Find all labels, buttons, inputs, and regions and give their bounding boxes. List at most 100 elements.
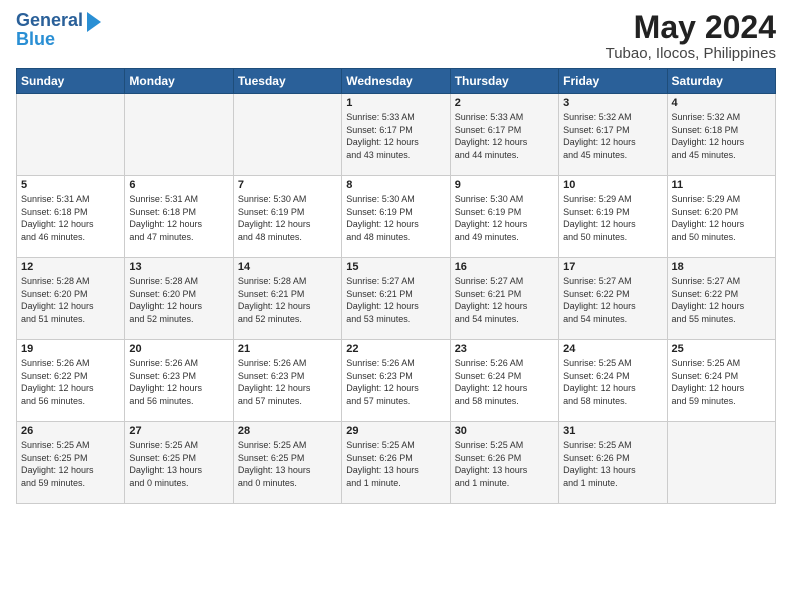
day-info: Sunrise: 5:31 AM Sunset: 6:18 PM Dayligh…	[21, 193, 120, 243]
day-number: 31	[563, 425, 662, 437]
day-info: Sunrise: 5:33 AM Sunset: 6:17 PM Dayligh…	[346, 111, 445, 161]
day-number: 12	[21, 261, 120, 273]
logo: General Blue	[16, 10, 101, 50]
day-info: Sunrise: 5:31 AM Sunset: 6:18 PM Dayligh…	[129, 193, 228, 243]
day-number: 27	[129, 425, 228, 437]
col-saturday: Saturday	[667, 69, 775, 94]
logo-arrow-icon	[87, 12, 101, 32]
day-info: Sunrise: 5:32 AM Sunset: 6:17 PM Dayligh…	[563, 111, 662, 161]
day-info: Sunrise: 5:25 AM Sunset: 6:25 PM Dayligh…	[129, 439, 228, 489]
day-cell: 29Sunrise: 5:25 AM Sunset: 6:26 PM Dayli…	[342, 422, 450, 504]
week-row-0: 1 Sunrise: 5:33 AM Sunset: 6:17 PM Daylig…	[17, 94, 776, 176]
day-cell: 24 Sunrise: 5:25 AM Sunset: 6:24 PM Dayli…	[559, 340, 667, 422]
week-row-3: 19 Sunrise: 5:26 AM Sunset: 6:22 PM Dayli…	[17, 340, 776, 422]
day-cell: 23 Sunrise: 5:26 AM Sunset: 6:24 PM Dayli…	[450, 340, 558, 422]
day-cell: 1 Sunrise: 5:33 AM Sunset: 6:17 PM Daylig…	[342, 94, 450, 176]
col-tuesday: Tuesday	[233, 69, 341, 94]
day-cell: 5 Sunrise: 5:31 AM Sunset: 6:18 PM Daylig…	[17, 176, 125, 258]
day-number: 5	[21, 179, 120, 191]
day-cell: 17 Sunrise: 5:27 AM Sunset: 6:22 PM Dayli…	[559, 258, 667, 340]
day-info: Sunrise: 5:28 AM Sunset: 6:20 PM Dayligh…	[21, 275, 120, 325]
day-info: Sunrise: 5:32 AM Sunset: 6:18 PM Dayligh…	[672, 111, 771, 161]
day-info: Sunrise: 5:28 AM Sunset: 6:20 PM Dayligh…	[129, 275, 228, 325]
day-info: Sunrise: 5:25 AM Sunset: 6:26 PM Dayligh…	[563, 439, 662, 489]
day-info: Sunrise: 5:27 AM Sunset: 6:21 PM Dayligh…	[455, 275, 554, 325]
calendar-title: May 2024	[606, 10, 776, 45]
title-block: May 2024 Tubao, Ilocos, Philippines	[606, 10, 776, 62]
day-cell: 10Sunrise: 5:29 AM Sunset: 6:19 PM Dayli…	[559, 176, 667, 258]
week-row-1: 5 Sunrise: 5:31 AM Sunset: 6:18 PM Daylig…	[17, 176, 776, 258]
day-cell	[233, 94, 341, 176]
col-sunday: Sunday	[17, 69, 125, 94]
day-info: Sunrise: 5:26 AM Sunset: 6:23 PM Dayligh…	[129, 357, 228, 407]
day-cell: 31 Sunrise: 5:25 AM Sunset: 6:26 PM Dayli…	[559, 422, 667, 504]
day-number: 16	[455, 261, 554, 273]
day-cell: 8Sunrise: 5:30 AM Sunset: 6:19 PM Daylig…	[342, 176, 450, 258]
day-number: 1	[346, 97, 445, 109]
day-cell: 15 Sunrise: 5:27 AM Sunset: 6:21 PM Dayli…	[342, 258, 450, 340]
day-cell: 20 Sunrise: 5:26 AM Sunset: 6:23 PM Dayli…	[125, 340, 233, 422]
day-cell: 2 Sunrise: 5:33 AM Sunset: 6:17 PM Daylig…	[450, 94, 558, 176]
day-number: 28	[238, 425, 337, 437]
day-number: 17	[563, 261, 662, 273]
col-monday: Monday	[125, 69, 233, 94]
day-cell: 16 Sunrise: 5:27 AM Sunset: 6:21 PM Dayli…	[450, 258, 558, 340]
day-number: 9	[455, 179, 554, 191]
day-cell: 6 Sunrise: 5:31 AM Sunset: 6:18 PM Daylig…	[125, 176, 233, 258]
day-number: 13	[129, 261, 228, 273]
day-info: Sunrise: 5:25 AM Sunset: 6:26 PM Dayligh…	[455, 439, 554, 489]
calendar-subtitle: Tubao, Ilocos, Philippines	[606, 45, 776, 62]
day-number: 29	[346, 425, 445, 437]
day-number: 8	[346, 179, 445, 191]
day-number: 4	[672, 97, 771, 109]
day-number: 11	[672, 179, 771, 191]
day-info: Sunrise: 5:27 AM Sunset: 6:21 PM Dayligh…	[346, 275, 445, 325]
day-cell: 3 Sunrise: 5:32 AM Sunset: 6:17 PM Daylig…	[559, 94, 667, 176]
day-info: Sunrise: 5:25 AM Sunset: 6:25 PM Dayligh…	[21, 439, 120, 489]
day-number: 18	[672, 261, 771, 273]
col-thursday: Thursday	[450, 69, 558, 94]
week-row-4: 26 Sunrise: 5:25 AM Sunset: 6:25 PM Dayli…	[17, 422, 776, 504]
page: General Blue May 2024 Tubao, Ilocos, Phi…	[0, 0, 792, 514]
day-number: 23	[455, 343, 554, 355]
day-number: 3	[563, 97, 662, 109]
day-cell: 30 Sunrise: 5:25 AM Sunset: 6:26 PM Dayli…	[450, 422, 558, 504]
day-cell: 14Sunrise: 5:28 AM Sunset: 6:21 PM Dayli…	[233, 258, 341, 340]
col-wednesday: Wednesday	[342, 69, 450, 94]
header: General Blue May 2024 Tubao, Ilocos, Phi…	[16, 10, 776, 62]
day-number: 24	[563, 343, 662, 355]
day-cell: 21Sunrise: 5:26 AM Sunset: 6:23 PM Dayli…	[233, 340, 341, 422]
day-cell: 18Sunrise: 5:27 AM Sunset: 6:22 PM Dayli…	[667, 258, 775, 340]
day-number: 30	[455, 425, 554, 437]
day-number: 14	[238, 261, 337, 273]
day-number: 7	[238, 179, 337, 191]
day-cell	[667, 422, 775, 504]
day-info: Sunrise: 5:26 AM Sunset: 6:24 PM Dayligh…	[455, 357, 554, 407]
day-cell: 12 Sunrise: 5:28 AM Sunset: 6:20 PM Dayli…	[17, 258, 125, 340]
day-info: Sunrise: 5:29 AM Sunset: 6:20 PM Dayligh…	[672, 193, 771, 243]
day-cell: 11 Sunrise: 5:29 AM Sunset: 6:20 PM Dayli…	[667, 176, 775, 258]
day-info: Sunrise: 5:26 AM Sunset: 6:22 PM Dayligh…	[21, 357, 120, 407]
day-cell: 28Sunrise: 5:25 AM Sunset: 6:25 PM Dayli…	[233, 422, 341, 504]
day-number: 15	[346, 261, 445, 273]
day-number: 6	[129, 179, 228, 191]
logo-text: General	[16, 11, 83, 31]
day-cell: 27 Sunrise: 5:25 AM Sunset: 6:25 PM Dayli…	[125, 422, 233, 504]
day-info: Sunrise: 5:33 AM Sunset: 6:17 PM Dayligh…	[455, 111, 554, 161]
day-info: Sunrise: 5:25 AM Sunset: 6:24 PM Dayligh…	[672, 357, 771, 407]
day-number: 26	[21, 425, 120, 437]
day-cell: 9Sunrise: 5:30 AM Sunset: 6:19 PM Daylig…	[450, 176, 558, 258]
day-number: 20	[129, 343, 228, 355]
calendar-table: Sunday Monday Tuesday Wednesday Thursday…	[16, 68, 776, 504]
week-row-2: 12 Sunrise: 5:28 AM Sunset: 6:20 PM Dayli…	[17, 258, 776, 340]
day-info: Sunrise: 5:25 AM Sunset: 6:24 PM Dayligh…	[563, 357, 662, 407]
day-cell	[17, 94, 125, 176]
day-info: Sunrise: 5:29 AM Sunset: 6:19 PM Dayligh…	[563, 193, 662, 243]
day-number: 19	[21, 343, 120, 355]
day-info: Sunrise: 5:27 AM Sunset: 6:22 PM Dayligh…	[563, 275, 662, 325]
col-friday: Friday	[559, 69, 667, 94]
day-cell: 25Sunrise: 5:25 AM Sunset: 6:24 PM Dayli…	[667, 340, 775, 422]
day-number: 2	[455, 97, 554, 109]
day-info: Sunrise: 5:26 AM Sunset: 6:23 PM Dayligh…	[346, 357, 445, 407]
day-cell: 26 Sunrise: 5:25 AM Sunset: 6:25 PM Dayli…	[17, 422, 125, 504]
